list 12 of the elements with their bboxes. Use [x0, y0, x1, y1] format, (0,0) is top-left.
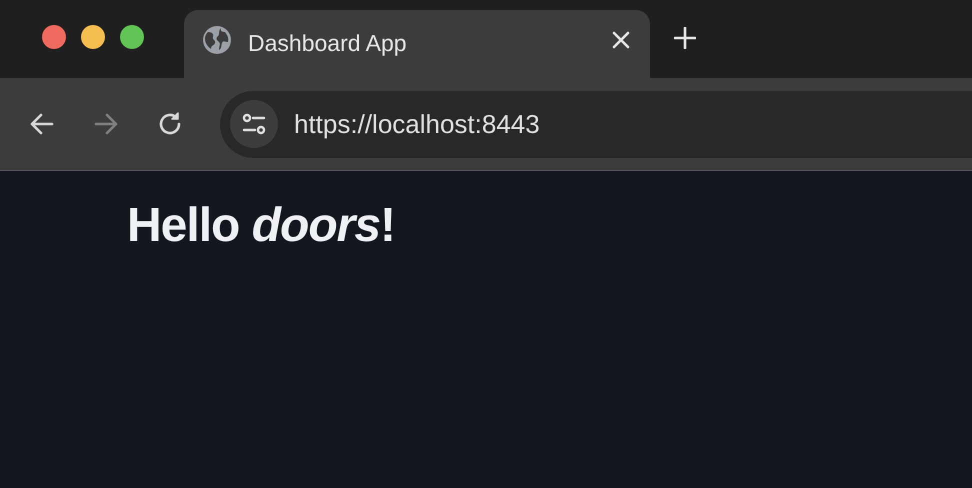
browser-tab[interactable]: Dashboard App	[184, 10, 650, 78]
address-bar[interactable]: https://localhost:8443	[220, 90, 972, 158]
new-tab-button[interactable]	[674, 27, 696, 49]
globe-icon	[202, 25, 232, 55]
tab-title: Dashboard App	[248, 29, 408, 58]
close-window-button[interactable]	[42, 25, 66, 49]
maximize-window-button[interactable]	[120, 25, 144, 49]
minimize-window-button[interactable]	[81, 25, 105, 49]
url-text: https://localhost:8443	[294, 108, 540, 140]
site-settings-icon[interactable]	[230, 100, 278, 148]
close-tab-button[interactable]	[612, 31, 630, 49]
page-heading: Hello doors!	[127, 198, 396, 254]
